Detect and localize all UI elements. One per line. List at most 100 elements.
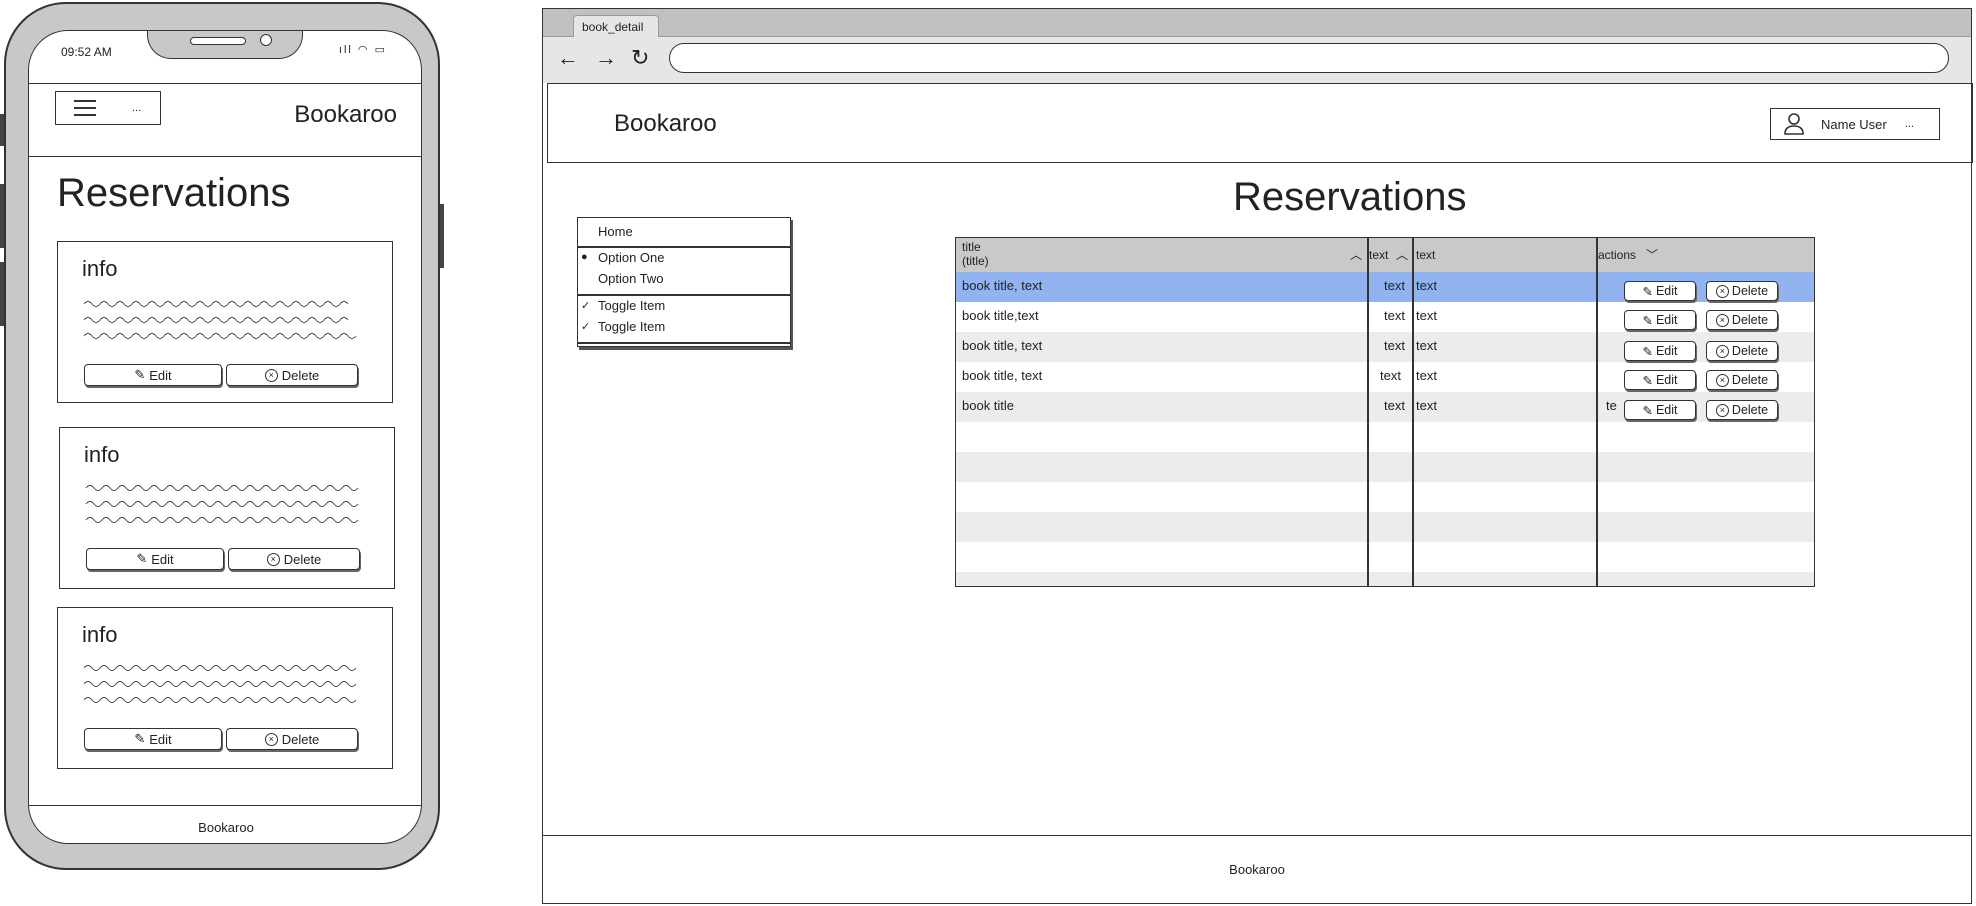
phone-frame: 09:52 AM ıll ◠ ▭ ... Bookaroo Reservatio… xyxy=(0,2,444,870)
cell-text: text xyxy=(1416,338,1437,353)
cell-text: text xyxy=(1416,398,1437,413)
address-bar: ← → ↻ xyxy=(543,37,1971,83)
delete-button[interactable]: × Delete xyxy=(1706,310,1778,330)
radio-selected-icon: ● xyxy=(581,251,588,263)
mobile-brand: Bookaroo xyxy=(294,101,397,128)
delete-button[interactable]: × Delete xyxy=(1706,281,1778,301)
site-brand: Bookaroo xyxy=(614,110,717,137)
menu-item-option-two[interactable]: Option Two xyxy=(598,271,664,286)
card-heading: info xyxy=(82,622,118,647)
tab-book-detail[interactable]: book_detail xyxy=(573,15,659,37)
close-circle-icon: × xyxy=(1715,284,1729,298)
placeholder-text-line xyxy=(83,333,357,339)
column-header-title[interactable]: title (title) xyxy=(962,240,989,268)
cell-title: book title,text xyxy=(962,308,1039,323)
edit-button[interactable]: ✎ Edit xyxy=(86,548,224,570)
delete-button[interactable]: × Delete xyxy=(1706,341,1778,361)
close-circle-icon: × xyxy=(1715,344,1729,358)
menu-item-option-one[interactable]: Option One xyxy=(598,250,665,265)
menu-divider xyxy=(578,342,790,344)
placeholder-text-line xyxy=(85,517,359,523)
sort-up-icon[interactable]: ︿ xyxy=(1396,246,1408,263)
edit-button[interactable]: ✎ Edit xyxy=(1624,370,1696,390)
pencil-icon: ✎ xyxy=(1642,284,1653,299)
delete-button[interactable]: × Delete xyxy=(1706,370,1778,390)
page-title: Reservations xyxy=(57,171,291,215)
card-heading: info xyxy=(84,442,120,467)
menu-item-home[interactable]: Home xyxy=(598,224,633,239)
pencil-icon: ✎ xyxy=(136,551,148,566)
column-header-text[interactable]: text xyxy=(1416,248,1435,262)
user-menu-button[interactable]: Name User ... xyxy=(1770,108,1940,140)
column-header-text[interactable]: text xyxy=(1369,248,1388,262)
pencil-icon: ✎ xyxy=(1642,344,1653,359)
header-title-sub: (title) xyxy=(962,254,989,268)
delete-button[interactable]: × Delete xyxy=(228,548,360,570)
cell-text: text xyxy=(1384,398,1405,413)
speaker-icon xyxy=(190,37,246,45)
phone-screen: 09:52 AM ıll ◠ ▭ ... Bookaroo Reservatio… xyxy=(28,30,422,844)
delete-button[interactable]: × Delete xyxy=(226,728,358,750)
reload-icon[interactable]: ↻ xyxy=(631,45,649,71)
back-arrow-icon[interactable]: ← xyxy=(557,45,579,71)
edit-button[interactable]: ✎ Edit xyxy=(84,728,222,750)
placeholder-text-line xyxy=(83,697,357,703)
menu-dots: ... xyxy=(132,102,142,114)
delete-button[interactable]: × Delete xyxy=(226,364,358,386)
edit-button[interactable]: ✎ Edit xyxy=(84,364,222,386)
browser-window: book_detail ← → ↻ Bookaroo Name User ...… xyxy=(542,8,1973,904)
url-input[interactable] xyxy=(669,43,1949,73)
delete-label: Delete xyxy=(1731,313,1769,327)
delete-label: Delete xyxy=(281,367,320,383)
status-icons: ıll ◠ ▭ xyxy=(339,43,387,56)
phone-power-button xyxy=(440,204,444,268)
column-divider xyxy=(1596,238,1598,586)
cell-text: text xyxy=(1416,308,1437,323)
mobile-footer: Bookaroo xyxy=(29,805,421,843)
phone-notch xyxy=(147,31,303,59)
pencil-icon: ✎ xyxy=(1642,373,1653,388)
user-menu-dots: ... xyxy=(1904,118,1914,130)
edit-button[interactable]: ✎ Edit xyxy=(1624,310,1696,330)
signal-icon: ıll xyxy=(338,44,353,56)
page-title: Reservations xyxy=(1233,175,1467,219)
delete-label: Delete xyxy=(283,551,322,567)
sort-up-icon[interactable]: ︿ xyxy=(1350,246,1362,263)
cell-title: book title, text xyxy=(962,338,1043,353)
delete-label: Delete xyxy=(1731,284,1769,298)
placeholder-text-line xyxy=(85,501,359,507)
site-footer: Bookaroo xyxy=(543,835,1971,903)
chevron-down-icon[interactable]: ﹀ xyxy=(1646,246,1658,263)
delete-label: Delete xyxy=(1731,344,1769,358)
edit-label: Edit xyxy=(1655,313,1678,327)
delete-label: Delete xyxy=(281,731,320,747)
pencil-icon: ✎ xyxy=(134,731,146,746)
menu-divider xyxy=(578,294,790,296)
delete-label: Delete xyxy=(1731,373,1769,387)
close-circle-icon: × xyxy=(1715,313,1729,327)
delete-button[interactable]: × Delete xyxy=(1706,400,1778,420)
cell-text: text xyxy=(1384,278,1405,293)
reservations-table: title (title) ︿ text ︿ text actions ﹀ bo… xyxy=(955,237,1815,587)
edit-button[interactable]: ✎ Edit xyxy=(1624,341,1696,361)
edit-button[interactable]: ✎ Edit xyxy=(1624,400,1696,420)
column-header-actions[interactable]: actions xyxy=(1598,248,1636,262)
menu-item-toggle[interactable]: Toggle Item xyxy=(598,319,665,334)
cell-text: text xyxy=(1416,278,1437,293)
pencil-icon: ✎ xyxy=(1642,313,1653,328)
edit-button[interactable]: ✎ Edit xyxy=(1624,281,1696,301)
header-title-line: title xyxy=(962,240,981,254)
table-row-stripe xyxy=(956,452,1814,482)
forward-arrow-icon[interactable]: → xyxy=(595,45,617,71)
menu-item-toggle[interactable]: Toggle Item xyxy=(598,298,665,313)
phone-side-button xyxy=(0,262,4,326)
checkmark-icon: ✓ xyxy=(581,321,591,333)
edit-label: Edit xyxy=(1655,373,1678,387)
edit-label: Edit xyxy=(1655,284,1678,298)
info-card: info ✎ Edit × Delete xyxy=(57,241,393,403)
mobile-menu-button[interactable]: ... xyxy=(55,91,161,125)
edit-label: Edit xyxy=(149,367,172,383)
cell-title: book title xyxy=(962,398,1015,413)
phone-side-button xyxy=(0,114,4,146)
close-circle-icon: × xyxy=(264,732,278,746)
